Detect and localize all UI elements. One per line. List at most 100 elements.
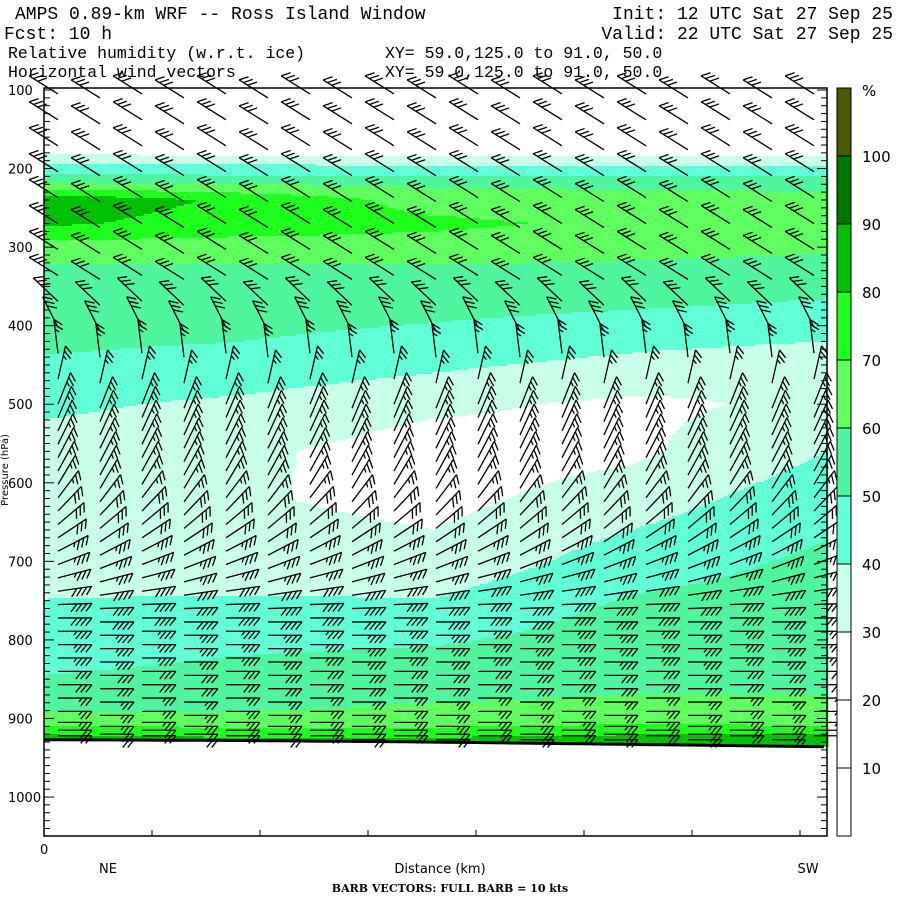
rh-contour-cell (572, 262, 577, 313)
rh-contour-cell (60, 598, 65, 675)
rh-contour-cell (536, 700, 541, 727)
rh-contour-cell (768, 562, 773, 695)
rh-contour-cell (220, 712, 225, 729)
rh-contour-cell (104, 174, 109, 185)
rh-contour-cell (292, 184, 297, 197)
rh-contour-cell (612, 310, 617, 355)
rh-contour-cell (176, 156, 181, 165)
rh-contour-cell (152, 164, 157, 175)
rh-contour-cell (328, 264, 333, 333)
rh-contour-cell (188, 238, 193, 265)
rh-contour-cell (516, 632, 521, 701)
rh-contour-cell (816, 192, 821, 255)
wind-barb (393, 470, 418, 499)
rh-contour-cell (472, 512, 477, 587)
rh-contour-cell (356, 176, 361, 187)
rh-contour-cell (52, 264, 57, 355)
rh-contour-cell (416, 166, 421, 177)
rh-contour-cell (696, 156, 701, 167)
colorbar-tick-label: 50 (862, 488, 881, 506)
rh-contour-cell (672, 190, 677, 261)
rh-contour-cell (212, 344, 217, 399)
rh-contour-cell (576, 166, 581, 177)
rh-contour-cell (524, 176, 529, 189)
rh-contour-cell (340, 198, 345, 235)
wind-barb (700, 98, 731, 121)
rh-contour-cell (640, 190, 645, 261)
rh-contour-cell (396, 166, 401, 177)
rh-contour-cell (520, 176, 525, 189)
rh-contour-cell (348, 234, 353, 265)
rh-contour-cell (220, 342, 225, 397)
rh-contour-cell (608, 538, 613, 603)
rh-contour-cell (364, 518, 369, 599)
rh-contour-cell (264, 236, 269, 265)
rh-contour-cell (552, 360, 557, 403)
rh-contour-cell (600, 156, 605, 167)
rh-contour-cell (652, 190, 657, 261)
rh-contour-cell (820, 156, 825, 167)
rh-contour-cell (424, 188, 429, 215)
rh-contour-cell (228, 728, 233, 739)
rh-contour-cell (320, 652, 325, 709)
rh-contour-cell (536, 726, 541, 737)
rh-contour-cell (356, 650, 361, 707)
rh-contour-cell (236, 236, 241, 265)
rh-contour-cell (472, 586, 477, 641)
rh-contour-cell (356, 516, 361, 599)
rh-contour-cell (588, 190, 593, 263)
rh-contour-cell (328, 332, 333, 385)
rh-contour-cell (788, 300, 793, 345)
rh-contour-cell (600, 176, 605, 191)
rh-contour-cell (148, 156, 153, 165)
rh-contour-cell (764, 564, 769, 695)
rh-contour-cell (604, 190, 609, 263)
rh-contour-cell (676, 258, 681, 309)
rh-contour-cell (468, 156, 473, 167)
rh-contour-cell (244, 264, 249, 341)
rh-contour-cell (556, 360, 561, 403)
colorbar-swatch (836, 291, 852, 361)
colorbar-swatch (836, 87, 852, 157)
rh-contour-cell (136, 712, 141, 727)
wind-barb (477, 454, 500, 485)
rh-contour-cell (696, 190, 701, 259)
rh-contour-cell (340, 382, 345, 441)
rh-contour-cell (484, 318, 489, 369)
colorbar-swatch (836, 495, 852, 565)
rh-contour-cell (88, 174, 93, 183)
rh-contour-cell (232, 184, 237, 193)
rh-contour-cell (444, 264, 449, 323)
rh-contour-cell (460, 370, 465, 417)
rh-contour-cell (68, 196, 73, 227)
rh-contour-cell (600, 356, 605, 399)
rh-contour-cell (196, 264, 201, 345)
rh-contour-cell (132, 154, 137, 165)
rh-contour-cell (104, 240, 109, 265)
rh-contour-cell (168, 346, 173, 403)
rh-contour-cell (336, 330, 341, 385)
rh-contour-cell (608, 156, 613, 167)
rh-contour-cell (528, 726, 533, 737)
rh-contour-cell (492, 220, 497, 229)
rh-contour-cell (608, 696, 613, 725)
rh-contour-cell (720, 724, 725, 735)
rh-contour-cell (492, 166, 497, 177)
rh-contour-cell (488, 188, 493, 221)
y-tick-label: 700 (8, 555, 33, 570)
rh-contour-cell (216, 176, 221, 185)
rh-contour-cell (192, 238, 197, 265)
rh-contour-cell (140, 404, 145, 597)
colorbar-swatch (836, 767, 852, 837)
rh-contour-cell (644, 724, 649, 735)
rh-contour-cell (392, 704, 397, 729)
rh-contour-cell (656, 724, 661, 735)
wind-barb (393, 502, 421, 525)
rh-contour-cell (692, 190, 697, 259)
rh-contour-cell (160, 264, 165, 347)
rh-contour-cell (660, 308, 665, 351)
rh-contour-cell (648, 592, 653, 695)
rh-contour-cell (568, 262, 573, 315)
rh-contour-cell (152, 190, 157, 199)
rh-contour-cell (724, 346, 729, 405)
